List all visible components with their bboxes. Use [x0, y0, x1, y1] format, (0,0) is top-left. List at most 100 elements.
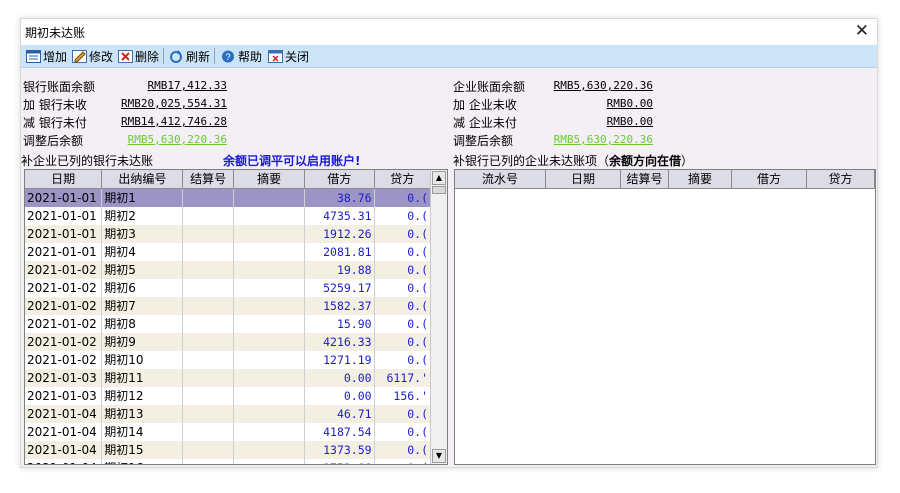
credit-cell: 0.(	[375, 405, 432, 423]
code-cell: 期初10	[102, 351, 184, 369]
table-row[interactable]: 2021-01-02 期初6 5259.17 0.(	[25, 279, 432, 297]
date-cell: 2021-01-01	[25, 225, 103, 243]
table-row[interactable]: 2021-01-01 期初4 2081.81 0.(	[25, 243, 432, 261]
settlement-cell	[183, 225, 234, 243]
date-cell: 2021-01-01	[25, 243, 103, 261]
credit-cell: 0.(	[375, 441, 432, 459]
date-cell: 2021-01-02	[25, 297, 103, 315]
add-icon	[26, 49, 41, 63]
code-cell: 期初4	[102, 243, 184, 261]
settlement-cell	[183, 207, 234, 225]
right-grid-title-suffix: ）	[681, 154, 694, 168]
credit-cell: 0.(	[375, 207, 432, 225]
code-cell: 期初2	[102, 207, 184, 225]
refresh-icon	[170, 49, 182, 63]
settlement-cell	[183, 441, 234, 459]
bank-unreconciled-grid[interactable]: 日期 出纳编号 结算号 摘要 借方 贷方 2021-01-01 期初1 38.76 0.(202…	[24, 169, 448, 465]
dialog-window: 期初未达账 ✕ 增加 修改 删除 刷新 ? 帮助 关闭 银行账面余额 RMB17…	[20, 18, 878, 468]
credit-cell: 0.(	[375, 279, 432, 297]
right-grid-col-header[interactable]: 借方	[732, 170, 807, 188]
table-row[interactable]: 2021-01-01 期初3 1912.26 0.(	[25, 225, 432, 243]
debit-cell: 38.76	[305, 189, 375, 207]
left-grid-col-header[interactable]: 借方	[305, 170, 375, 188]
summary-cell	[234, 405, 306, 423]
bank-adjusted-value: RMB5,630,220.36	[127, 133, 227, 146]
summary-cell	[234, 297, 306, 315]
table-row[interactable]: 2021-01-02 期初10 1271.19 0.(	[25, 351, 432, 369]
date-cell: 2021-01-03	[25, 369, 103, 387]
table-row[interactable]: 2021-01-02 期初5 19.88 0.(	[25, 261, 432, 279]
edit-button[interactable]: 修改	[72, 48, 113, 64]
summary-cell	[234, 243, 306, 261]
left-grid-col-header[interactable]: 出纳编号	[102, 170, 184, 188]
debit-cell: 0.00	[305, 369, 375, 387]
add-button[interactable]: 增加	[26, 48, 67, 64]
settlement-cell	[183, 423, 234, 441]
settlement-cell	[183, 405, 234, 423]
table-row[interactable]: 2021-01-02 期初7 1582.37 0.(	[25, 297, 432, 315]
main-panel: 银行账面余额 RMB17,412.33 加 银行未收 RMB20,025,554…	[21, 68, 877, 467]
title-bar: 期初未达账 ✕	[21, 19, 877, 45]
refresh-button[interactable]: 刷新	[169, 48, 210, 64]
summary-cell	[234, 441, 306, 459]
scroll-down-icon[interactable]: ▼	[432, 449, 446, 463]
debit-cell: 1582.37	[305, 297, 375, 315]
company-adjusted-label: 调整后余额	[453, 134, 514, 148]
company-adjusted-value: RMB5,630,220.36	[553, 133, 653, 146]
summary-cell	[234, 261, 306, 279]
summary-cell	[234, 279, 306, 297]
scroll-thumb[interactable]	[432, 186, 446, 194]
settlement-cell	[183, 459, 234, 464]
right-grid-col-header[interactable]: 流水号	[455, 170, 546, 188]
table-row[interactable]: 2021-01-02 期初9 4216.33 0.(	[25, 333, 432, 351]
right-grid-col-header[interactable]: 摘要	[669, 170, 732, 188]
close-button[interactable]: 关闭	[268, 48, 309, 64]
table-row[interactable]: 2021-01-04 期初15 1373.59 0.(	[25, 441, 432, 459]
credit-cell: 156.'	[375, 387, 432, 405]
settlement-cell	[183, 261, 234, 279]
left-grid-col-header[interactable]: 摘要	[234, 170, 306, 188]
delete-button[interactable]: 删除	[118, 48, 159, 64]
table-row[interactable]: 2021-01-01 期初2 4735.31 0.(	[25, 207, 432, 225]
debit-cell: 5259.17	[305, 279, 375, 297]
add-label: 增加	[43, 49, 68, 64]
table-row[interactable]: 2021-01-04 期初14 4187.54 0.(	[25, 423, 432, 441]
left-grid-col-header[interactable]: 日期	[25, 170, 103, 188]
code-cell: 期初1	[102, 189, 184, 207]
settlement-cell	[183, 243, 234, 261]
left-grid-col-header[interactable]: 结算号	[183, 170, 234, 188]
bank-adjusted-label: 调整后余额	[23, 134, 84, 148]
table-row[interactable]: 2021-01-03 期初12 0.00 156.'	[25, 387, 432, 405]
left-grid-header: 日期 出纳编号 结算号 摘要 借方 贷方	[25, 170, 431, 189]
delete-label: 删除	[135, 49, 160, 64]
scroll-up-icon[interactable]: ▲	[432, 171, 446, 185]
settlement-cell	[183, 387, 234, 405]
credit-cell: 0.(	[375, 261, 432, 279]
debit-cell: 0.00	[305, 387, 375, 405]
code-cell: 期初13	[102, 405, 184, 423]
debit-cell: 1373.59	[305, 441, 375, 459]
help-button[interactable]: ? 帮助	[221, 48, 262, 64]
company-unreconciled-grid[interactable]: 流水号 日期 结算号 摘要 借方 贷方	[454, 169, 876, 465]
close-icon[interactable]: ✕	[855, 21, 869, 41]
right-grid-col-header[interactable]: 贷方	[807, 170, 875, 188]
balanced-notice: 余额已调平可以启用账户!	[223, 154, 361, 168]
table-row[interactable]: 2021-01-04 期初13 46.71 0.(	[25, 405, 432, 423]
summary-cell	[234, 459, 306, 464]
summary-cell	[234, 351, 306, 369]
edit-icon	[72, 49, 87, 63]
table-row[interactable]: 2021-01-01 期初1 38.76 0.(	[25, 189, 432, 207]
close-label: 关闭	[285, 49, 310, 64]
summary-cell	[234, 315, 306, 333]
right-grid-col-header[interactable]: 结算号	[621, 170, 669, 188]
toolbar-separator	[163, 48, 164, 64]
left-grid-col-header[interactable]: 贷方	[375, 170, 431, 188]
table-row[interactable]: 2021-01-02 期初8 15.90 0.(	[25, 315, 432, 333]
close-window-icon	[268, 49, 283, 63]
table-row[interactable]: 2021-01-04期初16 1753.660.(	[25, 459, 432, 464]
debit-cell: 46.71	[305, 405, 375, 423]
left-grid-scrollbar[interactable]: ▲ ▼	[430, 170, 447, 464]
code-cell: 期初7	[102, 297, 184, 315]
right-grid-col-header[interactable]: 日期	[546, 170, 621, 188]
table-row[interactable]: 2021-01-03 期初11 0.00 6117.'	[25, 369, 432, 387]
